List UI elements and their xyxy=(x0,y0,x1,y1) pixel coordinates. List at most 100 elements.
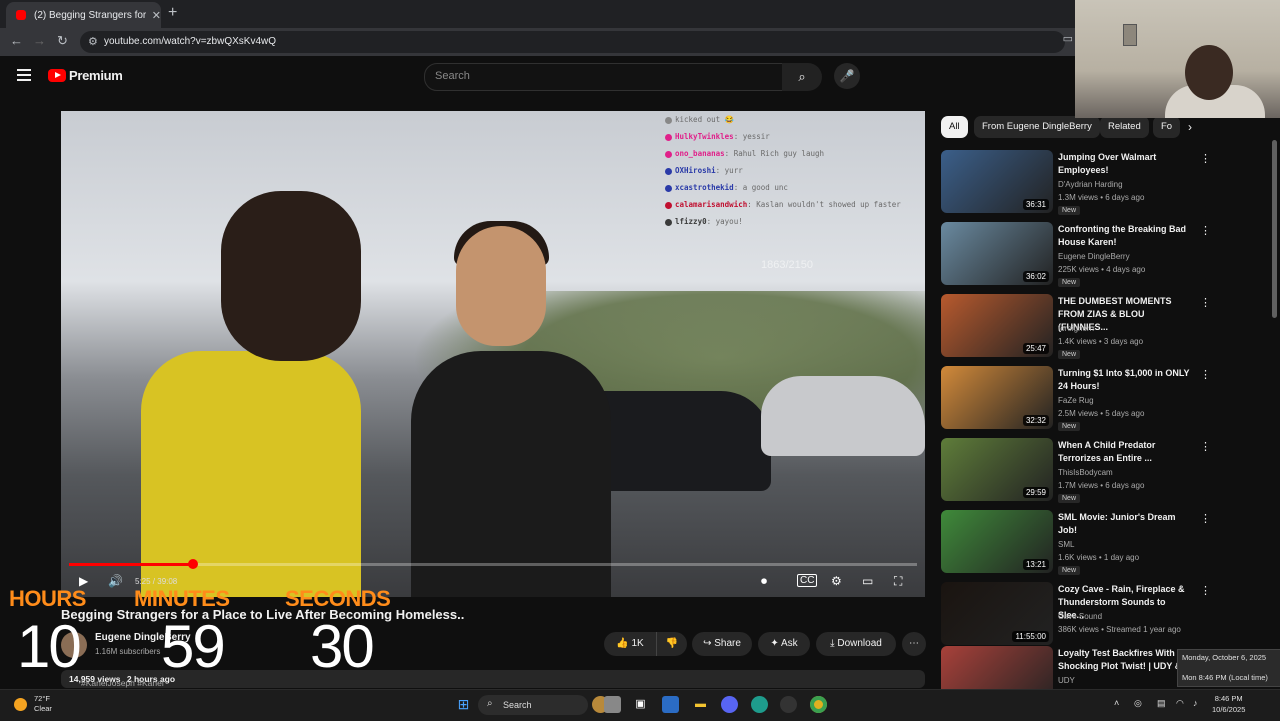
tab-close-icon[interactable]: ✕ xyxy=(152,9,161,22)
chip-related[interactable]: Related xyxy=(1100,116,1149,138)
chat-text: yessir xyxy=(742,132,770,141)
chat-badge-icon xyxy=(665,201,672,209)
forward-icon[interactable]: → xyxy=(33,33,46,48)
back-icon[interactable]: ← xyxy=(10,33,23,48)
autoplay-toggle-icon[interactable]: ⏺ xyxy=(761,574,767,589)
voice-search-button[interactable]: 🎤 xyxy=(834,63,860,89)
more-options-icon[interactable]: ⋮ xyxy=(1200,224,1211,237)
recommendation-item[interactable]: 29:59 When A Child Predator Terrorizes an… xyxy=(941,438,1211,503)
recommendation-title[interactable]: Jumping Over Walmart Employees! xyxy=(1058,151,1193,177)
search-button[interactable]: ⌕ xyxy=(782,63,822,91)
more-options-icon[interactable]: ⋮ xyxy=(1200,584,1211,597)
chip-from-channel[interactable]: From Eugene DingleBerry xyxy=(974,116,1100,138)
show-hidden-icons-icon[interactable]: ˄ xyxy=(1114,698,1119,708)
weather-sun-icon[interactable] xyxy=(14,698,27,711)
download-button[interactable]: ⤓ Download xyxy=(816,632,896,656)
recommendation-channel[interactable]: ThisIsBodycam xyxy=(1058,468,1113,477)
file-explorer-icon[interactable]: ▬ xyxy=(692,696,709,713)
discord-icon[interactable] xyxy=(721,696,738,713)
task-view-icon[interactable]: ▣ xyxy=(632,696,649,713)
app-icon[interactable] xyxy=(780,696,797,713)
chrome-icon[interactable] xyxy=(810,696,827,713)
more-options-icon[interactable]: ⋮ xyxy=(1200,440,1211,453)
recommendation-item[interactable]: 11:55:00 Cozy Cave - Rain, Fireplace & Th… xyxy=(941,582,1211,646)
taskbar-clock[interactable]: 8:46 PM 10/6/2025 xyxy=(1212,693,1245,715)
new-badge: New xyxy=(1058,350,1081,359)
more-options-icon[interactable]: ⋮ xyxy=(1200,296,1211,309)
recommendation-channel[interactable]: D'Aydrian Harding xyxy=(1058,180,1123,189)
volume-icon[interactable]: 🔊 xyxy=(108,574,123,588)
recommendation-title[interactable]: Confronting the Breaking Bad House Karen… xyxy=(1058,223,1193,249)
video-thumbnail[interactable]: 32:32 xyxy=(941,366,1053,429)
wifi-icon[interactable]: ◠ xyxy=(1176,698,1184,709)
more-options-icon[interactable]: ⋮ xyxy=(1200,368,1211,381)
new-tab-button[interactable]: + xyxy=(168,4,177,22)
chip-fo[interactable]: Fo xyxy=(1153,116,1181,138)
youtube-header: Premium Search ⌕ 🎤 xyxy=(0,56,1075,98)
volume-icon[interactable]: ♪ xyxy=(1193,698,1198,708)
video-player[interactable]: kicked out 😂 HulkyTwinkles: yessir ono_ban… xyxy=(61,111,925,597)
video-thumbnail[interactable]: 36:02 xyxy=(941,222,1053,285)
video-duration: 29:59 xyxy=(1022,487,1049,498)
taskbar-search[interactable]: ⌕ Search xyxy=(478,695,588,715)
more-options-icon[interactable]: ⋮ xyxy=(1200,152,1211,165)
sidebar-scrollbar[interactable] xyxy=(1272,140,1277,318)
timer-seconds-label: SECONDS xyxy=(285,586,391,611)
video-thumbnail[interactable]: 36:31 xyxy=(941,150,1053,213)
chat-message: OXHiroshi: yurr xyxy=(665,162,925,179)
tray-app-icon[interactable]: ▤ xyxy=(1157,698,1166,709)
video-thumbnail[interactable]: 25:47 xyxy=(941,294,1053,357)
video-thumbnail[interactable]: 11:55:00 xyxy=(941,582,1053,645)
cast-icon[interactable]: ▭ xyxy=(1063,32,1073,45)
recommendation-channel[interactable]: Cave Sound xyxy=(1058,612,1102,621)
recommendation-channel[interactable]: foreignerrr xyxy=(1058,324,1095,333)
theater-mode-icon[interactable]: ▭ xyxy=(862,574,873,588)
recommendation-title[interactable]: SML Movie: Junior's Dream Job! xyxy=(1058,511,1193,537)
ask-button[interactable]: ✦ Ask xyxy=(758,632,810,656)
video-duration: 25:47 xyxy=(1022,343,1049,354)
app-icon[interactable] xyxy=(604,696,621,713)
recommendation-title[interactable]: Loyalty Test Backfires With Shocking Plo… xyxy=(1058,647,1193,673)
recommendation-channel[interactable]: UDY xyxy=(1058,676,1075,685)
site-info-icon[interactable]: ⚙ xyxy=(88,35,98,48)
fullscreen-icon[interactable]: ⛶ xyxy=(894,574,902,589)
dislike-button[interactable]: 👎 xyxy=(656,632,687,656)
like-button[interactable]: 👍 1K xyxy=(604,632,656,656)
youtube-logo[interactable]: Premium xyxy=(48,68,123,83)
hashtags: #KanelJoseph #Kanel xyxy=(81,678,164,688)
windows-start-icon[interactable]: ⊞ xyxy=(455,696,472,713)
weather-widget[interactable]: 72°F Clear xyxy=(34,694,52,714)
reload-icon[interactable]: ↻ xyxy=(57,33,68,49)
tray-app-icon[interactable]: ◎ xyxy=(1134,698,1142,709)
menu-icon[interactable] xyxy=(17,69,31,84)
more-actions-button[interactable]: ⋯ xyxy=(902,632,926,656)
recommendation-item[interactable]: 36:31 Jumping Over Walmart Employees! D'Ay… xyxy=(941,150,1211,215)
recommendation-title[interactable]: Turning $1 Into $1,000 in ONLY 24 Hours! xyxy=(1058,367,1193,393)
recommendation-item[interactable]: 13:21 SML Movie: Junior's Dream Job! SML 1.… xyxy=(941,510,1211,575)
chat-text: kicked out 😂 xyxy=(675,115,735,124)
more-options-icon[interactable]: ⋮ xyxy=(1200,512,1211,525)
progress-scrubber[interactable] xyxy=(187,559,198,569)
chevron-right-icon[interactable]: › xyxy=(1188,120,1192,134)
settings-gear-icon[interactable]: ⚙ xyxy=(831,574,842,588)
progress-bar[interactable] xyxy=(69,559,917,569)
store-icon[interactable] xyxy=(662,696,679,713)
player-time: 5:25 / 39:08 xyxy=(135,577,178,586)
video-thumbnail[interactable]: 29:59 xyxy=(941,438,1053,501)
recommendation-item[interactable]: 36:02 Confronting the Breaking Bad House … xyxy=(941,222,1211,287)
share-button[interactable]: ↪ Share xyxy=(692,632,752,656)
browser-tab[interactable]: (2) Begging Strangers for a Pla ✕ xyxy=(6,2,161,28)
captions-icon[interactable]: CC xyxy=(797,574,818,587)
video-thumbnail[interactable]: 13:21 xyxy=(941,510,1053,573)
address-bar[interactable]: ⚙ youtube.com/watch?v=zbwQXsKv4wQ xyxy=(80,31,1065,53)
recommendation-channel[interactable]: SML xyxy=(1058,540,1074,549)
search-input[interactable]: Search xyxy=(424,63,783,91)
recommendation-title[interactable]: When A Child Predator Terrorizes an Enti… xyxy=(1058,439,1193,465)
recommendation-channel[interactable]: Eugene DingleBerry xyxy=(1058,252,1130,261)
recommendation-item[interactable]: 32:32 Turning $1 Into $1,000 in ONLY 24 H… xyxy=(941,366,1211,431)
recommendation-item[interactable]: 25:47 THE DUMBEST MOMENTS FROM ZIAS & BLO… xyxy=(941,294,1211,359)
chip-all[interactable]: All xyxy=(941,116,968,138)
recommendation-channel[interactable]: FaZe Rug xyxy=(1058,396,1094,405)
recommendation-channel-name: UDY xyxy=(1058,676,1075,685)
edge-icon[interactable] xyxy=(751,696,768,713)
